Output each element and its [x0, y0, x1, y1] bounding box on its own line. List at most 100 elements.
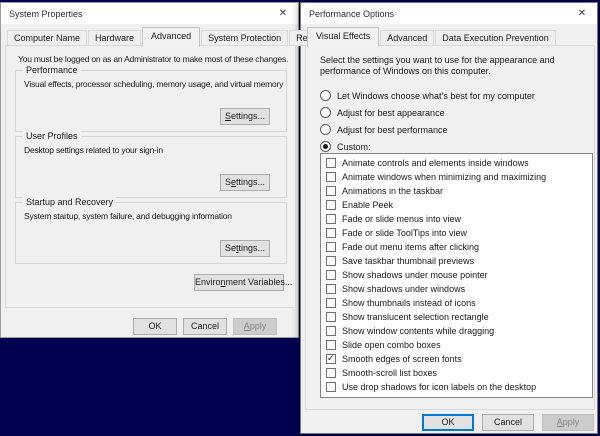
- tab[interactable]: Hardware: [88, 30, 142, 46]
- radio-option[interactable]: Adjust for best appearance: [320, 106, 445, 119]
- ok-button[interactable]: OK: [133, 318, 177, 335]
- performance-group-desc: Visual effects, processor scheduling, me…: [24, 79, 284, 89]
- radio-icon[interactable]: [320, 141, 331, 152]
- admin-note: You must be logged on as an Administrato…: [18, 54, 289, 64]
- performance-group: Performance Visual effects, processor sc…: [15, 65, 287, 132]
- dialog-title: System Properties: [9, 8, 83, 19]
- tab[interactable]: Advanced: [142, 27, 201, 47]
- visual-effect-row[interactable]: Animate controls and elements inside win…: [321, 156, 592, 170]
- performance-settings-button[interactable]: Settings...: [220, 108, 270, 125]
- advanced-tab-page: You must be logged on as an Administrato…: [5, 45, 296, 308]
- visual-effect-label: Animations in the taskbar: [342, 186, 444, 196]
- radio-option[interactable]: Custom:: [320, 140, 371, 153]
- apply-button[interactable]: Apply: [542, 414, 594, 431]
- checkbox-icon[interactable]: [326, 326, 336, 336]
- checkbox-icon[interactable]: [326, 298, 336, 308]
- checkbox-icon[interactable]: [326, 312, 336, 322]
- tab[interactable]: Computer Name: [7, 30, 88, 46]
- visual-effect-row[interactable]: Enable Peek: [321, 198, 592, 212]
- tab-label: Visual Effects: [316, 31, 371, 41]
- visual-effect-label: Animate controls and elements inside win…: [342, 158, 529, 168]
- visual-effect-row[interactable]: Show translucent selection rectangle: [321, 310, 592, 324]
- tab-label: System Protection: [208, 33, 282, 43]
- visual-effect-row[interactable]: Smooth edges of screen fonts: [321, 352, 592, 366]
- ok-button[interactable]: OK: [422, 414, 474, 431]
- visual-effect-label: Show translucent selection rectangle: [342, 312, 489, 322]
- visual-effect-label: Show window contents while dragging: [342, 326, 495, 336]
- visual-effect-label: Show shadows under windows: [342, 284, 466, 294]
- apply-button[interactable]: Apply: [233, 318, 277, 335]
- close-icon[interactable]: ✕: [567, 3, 597, 24]
- environment-variables-button[interactable]: Environment Variables...: [194, 274, 292, 291]
- tab[interactable]: Advanced: [380, 30, 435, 46]
- visual-effect-row[interactable]: Animations in the taskbar: [321, 184, 592, 198]
- radio-label: Adjust for best appearance: [337, 107, 445, 118]
- visual-effect-row[interactable]: Smooth-scroll list boxes: [321, 366, 592, 380]
- checkbox-icon[interactable]: [326, 158, 336, 168]
- visual-effect-row[interactable]: Slide open combo boxes: [321, 338, 592, 352]
- system-properties-dialog: System Properties ✕ Computer Name Hardwar…: [0, 2, 335, 338]
- cancel-button[interactable]: Cancel: [482, 414, 534, 431]
- radio-icon[interactable]: [320, 107, 331, 118]
- user-profiles-group-desc: Desktop settings related to your sign-in: [24, 145, 163, 155]
- visual-effect-label: Show shadows under mouse pointer: [342, 270, 488, 280]
- visual-effect-label: Smooth edges of screen fonts: [342, 354, 462, 364]
- visual-effect-row[interactable]: Show shadows under windows: [321, 282, 592, 296]
- checkbox-icon[interactable]: [326, 186, 336, 196]
- checkbox-icon[interactable]: [326, 214, 336, 224]
- visual-effect-label: Fade or slide menus into view: [342, 214, 462, 224]
- radio-icon[interactable]: [320, 90, 331, 101]
- visual-effect-row[interactable]: Save taskbar thumbnail previews: [321, 254, 592, 268]
- checkbox-icon[interactable]: [326, 284, 336, 294]
- titlebar[interactable]: Performance Options ✕: [301, 3, 597, 24]
- checkbox-icon[interactable]: [326, 172, 336, 182]
- visual-effect-label: Enable Peek: [342, 200, 394, 210]
- checkbox-icon[interactable]: [326, 242, 336, 252]
- visual-effect-row[interactable]: Animate windows when minimizing and maxi…: [321, 170, 592, 184]
- checkbox-icon[interactable]: [326, 228, 336, 238]
- radio-option[interactable]: Adjust for best performance: [320, 123, 448, 136]
- performance-group-label: Performance: [23, 65, 81, 75]
- tab[interactable]: System Protection: [201, 30, 289, 46]
- radio-label: Let Windows choose what’s best for my co…: [337, 90, 535, 101]
- visual-effect-row[interactable]: Fade or slide ToolTips into view: [321, 226, 592, 240]
- close-icon[interactable]: ✕: [268, 3, 298, 24]
- visual-effect-row[interactable]: Show window contents while dragging: [321, 324, 592, 338]
- visual-effect-label: Fade out menu items after clicking: [342, 242, 480, 252]
- radio-label: Adjust for best performance: [337, 124, 448, 135]
- performance-options-dialog: Performance Options ✕ Visual Effects Adva…: [300, 2, 598, 434]
- visual-effect-label: Smooth-scroll list boxes: [342, 368, 438, 378]
- startup-recovery-group-label: Startup and Recovery: [23, 197, 117, 207]
- user-profiles-settings-button[interactable]: Settings...: [220, 174, 270, 191]
- user-profiles-group-label: User Profiles: [23, 131, 81, 141]
- checkbox-icon[interactable]: [326, 382, 336, 392]
- radio-icon[interactable]: [320, 124, 331, 135]
- tab-label: Hardware: [95, 33, 135, 43]
- visual-effects-listbox[interactable]: Animate controls and elements inside win…: [320, 153, 593, 398]
- radio-option[interactable]: Let Windows choose what’s best for my co…: [320, 89, 535, 102]
- visual-effect-row[interactable]: Fade or slide menus into view: [321, 212, 592, 226]
- visual-effect-row[interactable]: Use drop shadows for icon labels on the …: [321, 380, 592, 394]
- checkbox-icon[interactable]: [326, 368, 336, 378]
- checkbox-icon[interactable]: [326, 270, 336, 280]
- tab-label: Advanced: [387, 33, 428, 43]
- tab-label: Advanced: [151, 31, 192, 41]
- dialog-title: Performance Options: [309, 8, 395, 19]
- cancel-button[interactable]: Cancel: [183, 318, 227, 335]
- checkbox-icon[interactable]: [326, 340, 336, 350]
- tab[interactable]: Data Execution Prevention: [435, 30, 556, 46]
- visual-effect-row[interactable]: Fade out menu items after clicking: [321, 240, 592, 254]
- tab[interactable]: Visual Effects: [307, 27, 380, 47]
- visual-effect-label: Save taskbar thumbnail previews: [342, 256, 475, 266]
- tab-bar: Computer Name Hardware Advanced System Prot…: [7, 26, 336, 47]
- checkbox-icon[interactable]: [326, 200, 336, 210]
- visual-effect-row[interactable]: Show shadows under mouse pointer: [321, 268, 592, 282]
- checkbox-icon[interactable]: [326, 353, 336, 364]
- visual-effects-tab-page: Select the settings you want to use for …: [305, 45, 595, 410]
- checkbox-icon[interactable]: [326, 256, 336, 266]
- startup-recovery-settings-button[interactable]: Settings...: [220, 240, 270, 257]
- desktop: { "colors": { "desktop_bg": "#01014f", "…: [0, 0, 600, 436]
- startup-recovery-group: Startup and Recovery System startup, sys…: [15, 197, 287, 264]
- titlebar[interactable]: System Properties ✕: [1, 3, 298, 24]
- visual-effect-row[interactable]: Show thumbnails instead of icons: [321, 296, 592, 310]
